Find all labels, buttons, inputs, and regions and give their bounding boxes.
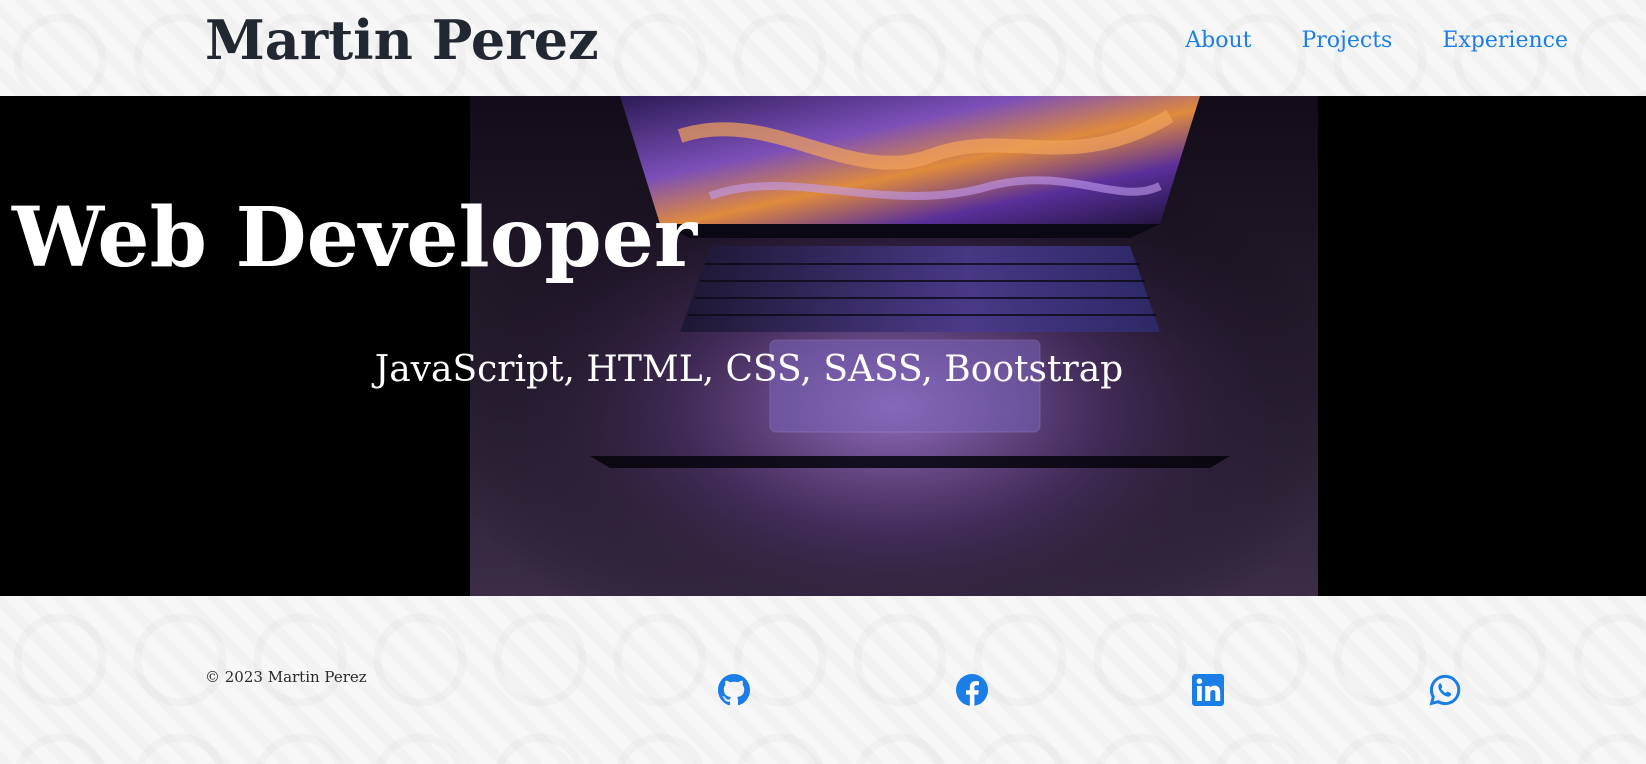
copyright-text: © 2023 Martin Perez <box>205 668 367 686</box>
nav-link-experience[interactable]: Experience <box>1442 24 1568 58</box>
hero-subtitle: JavaScript, HTML, CSS, SASS, Bootstrap <box>374 349 1124 390</box>
whatsapp-link[interactable] <box>1429 674 1461 706</box>
github-icon <box>718 674 750 706</box>
nav-link-about[interactable]: About <box>1185 24 1251 58</box>
nav-links: About Projects Experience <box>1185 24 1568 58</box>
footer: © 2023 Martin Perez <box>0 596 1646 764</box>
facebook-link[interactable] <box>956 674 988 706</box>
github-link[interactable] <box>718 674 750 706</box>
whatsapp-icon <box>1429 674 1461 706</box>
navbar: Martin Perez About Projects Experience <box>0 0 1646 96</box>
nav-link-projects[interactable]: Projects <box>1301 24 1392 58</box>
linkedin-icon <box>1192 674 1224 706</box>
linkedin-link[interactable] <box>1192 674 1224 706</box>
brand-title[interactable]: Martin Perez <box>205 6 599 74</box>
hero-title: Web Developer <box>12 190 698 286</box>
facebook-icon <box>956 674 988 706</box>
laptop-photo <box>470 96 1318 596</box>
hero-banner: Web Developer JavaScript, HTML, CSS, SAS… <box>0 96 1646 596</box>
